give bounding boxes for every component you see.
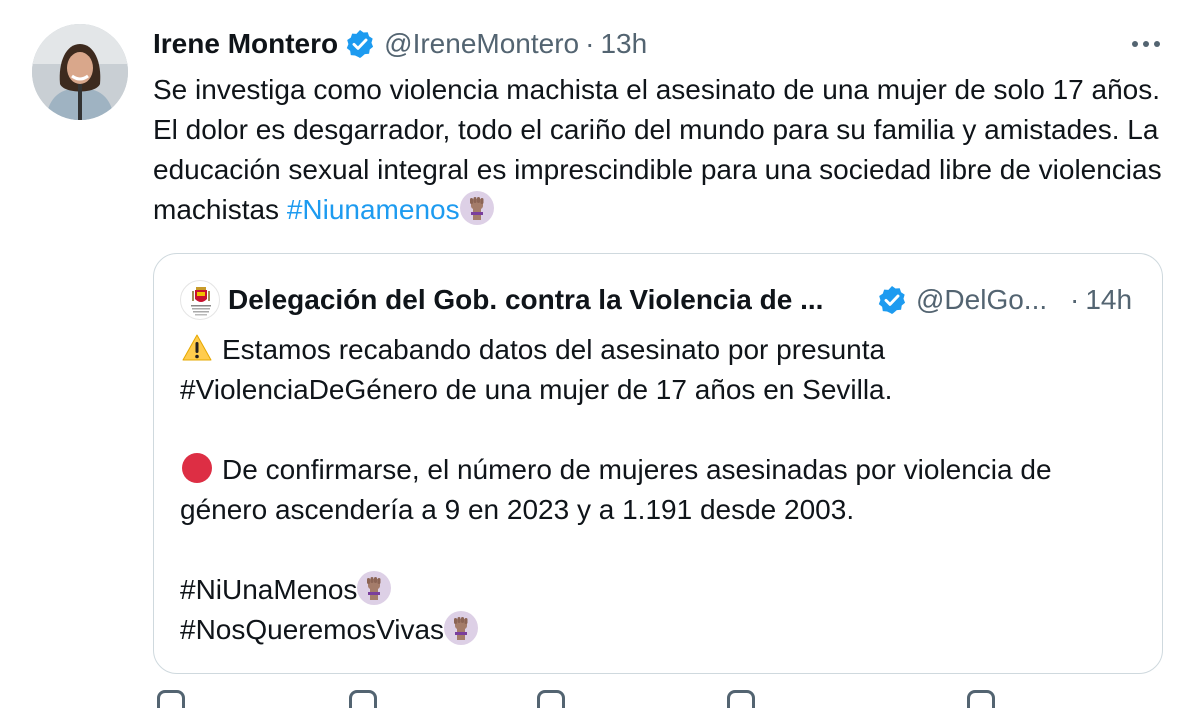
tweet-text: Se investiga como violencia machista el … <box>153 70 1163 230</box>
quoted-line-text: género ascendería a 9 en 2023 y a 1.191 … <box>180 494 855 525</box>
quoted-line-text: Estamos recabando datos del asesinato po… <box>222 334 886 365</box>
quoted-author-handle[interactable]: @DelGo... <box>916 284 1056 316</box>
hashtag-link[interactable]: #Niunamenos <box>287 194 460 225</box>
author-name[interactable]: Irene Montero <box>153 28 338 60</box>
warning-icon <box>180 331 214 365</box>
views-icon[interactable] <box>727 690 755 708</box>
tweet-actions <box>153 690 1163 708</box>
quoted-tweet-text: Estamos recabando datos del asesinato po… <box>180 330 1150 650</box>
verified-badge-icon <box>346 30 374 58</box>
verified-badge-icon <box>878 286 906 314</box>
share-icon[interactable] <box>967 690 995 708</box>
raised-fist-icon <box>444 611 479 645</box>
quoted-hashtag-nosqueremosvivas[interactable]: #NosQueremosVivas <box>180 614 444 645</box>
more-options-icon[interactable] <box>1128 30 1164 58</box>
author-handle[interactable]: @IreneMontero <box>384 28 579 60</box>
author-avatar[interactable] <box>32 24 128 120</box>
quoted-tweet[interactable]: Delegación del Gob. contra la Violencia … <box>153 253 1163 674</box>
quoted-line: #NosQueremosVivas <box>180 610 1150 650</box>
raised-fist-icon <box>459 191 494 225</box>
like-icon[interactable] <box>537 690 565 708</box>
retweet-icon[interactable] <box>349 690 377 708</box>
raised-fist-icon <box>357 571 392 605</box>
quoted-tweet-header: Delegación del Gob. contra la Violencia … <box>180 280 1140 320</box>
quoted-line: #NiUnaMenos <box>180 570 1150 610</box>
quoted-line-text: #ViolenciaDeGénero de una mujer de 17 añ… <box>180 374 893 405</box>
quoted-line: De confirmarse, el número de mujeres ase… <box>180 450 1150 490</box>
quoted-tweet-timestamp[interactable]: 14h <box>1085 284 1132 316</box>
tweet-timestamp[interactable]: 13h <box>600 28 647 60</box>
government-seal-avatar[interactable] <box>180 280 220 320</box>
quoted-line: #ViolenciaDeGénero de una mujer de 17 añ… <box>180 370 1150 410</box>
tweet[interactable]: Irene Montero @IreneMontero · 13h Se inv… <box>0 0 1204 708</box>
tweet-header: Irene Montero @IreneMontero · 13h <box>153 26 647 62</box>
quoted-hashtag-niunamenos[interactable]: #NiUnaMenos <box>180 574 357 605</box>
separator-dot: · <box>1070 284 1080 315</box>
quoted-author-name[interactable]: Delegación del Gob. contra la Violencia … <box>228 284 868 316</box>
separator-dot: · <box>585 28 595 59</box>
quoted-line: género ascendería a 9 en 2023 y a 1.191 … <box>180 490 1150 530</box>
quoted-line: Estamos recabando datos del asesinato po… <box>180 330 1150 370</box>
reply-icon[interactable] <box>157 690 185 708</box>
red-circle-icon <box>180 451 214 485</box>
quoted-line-text: De confirmarse, el número de mujeres ase… <box>222 454 1052 485</box>
